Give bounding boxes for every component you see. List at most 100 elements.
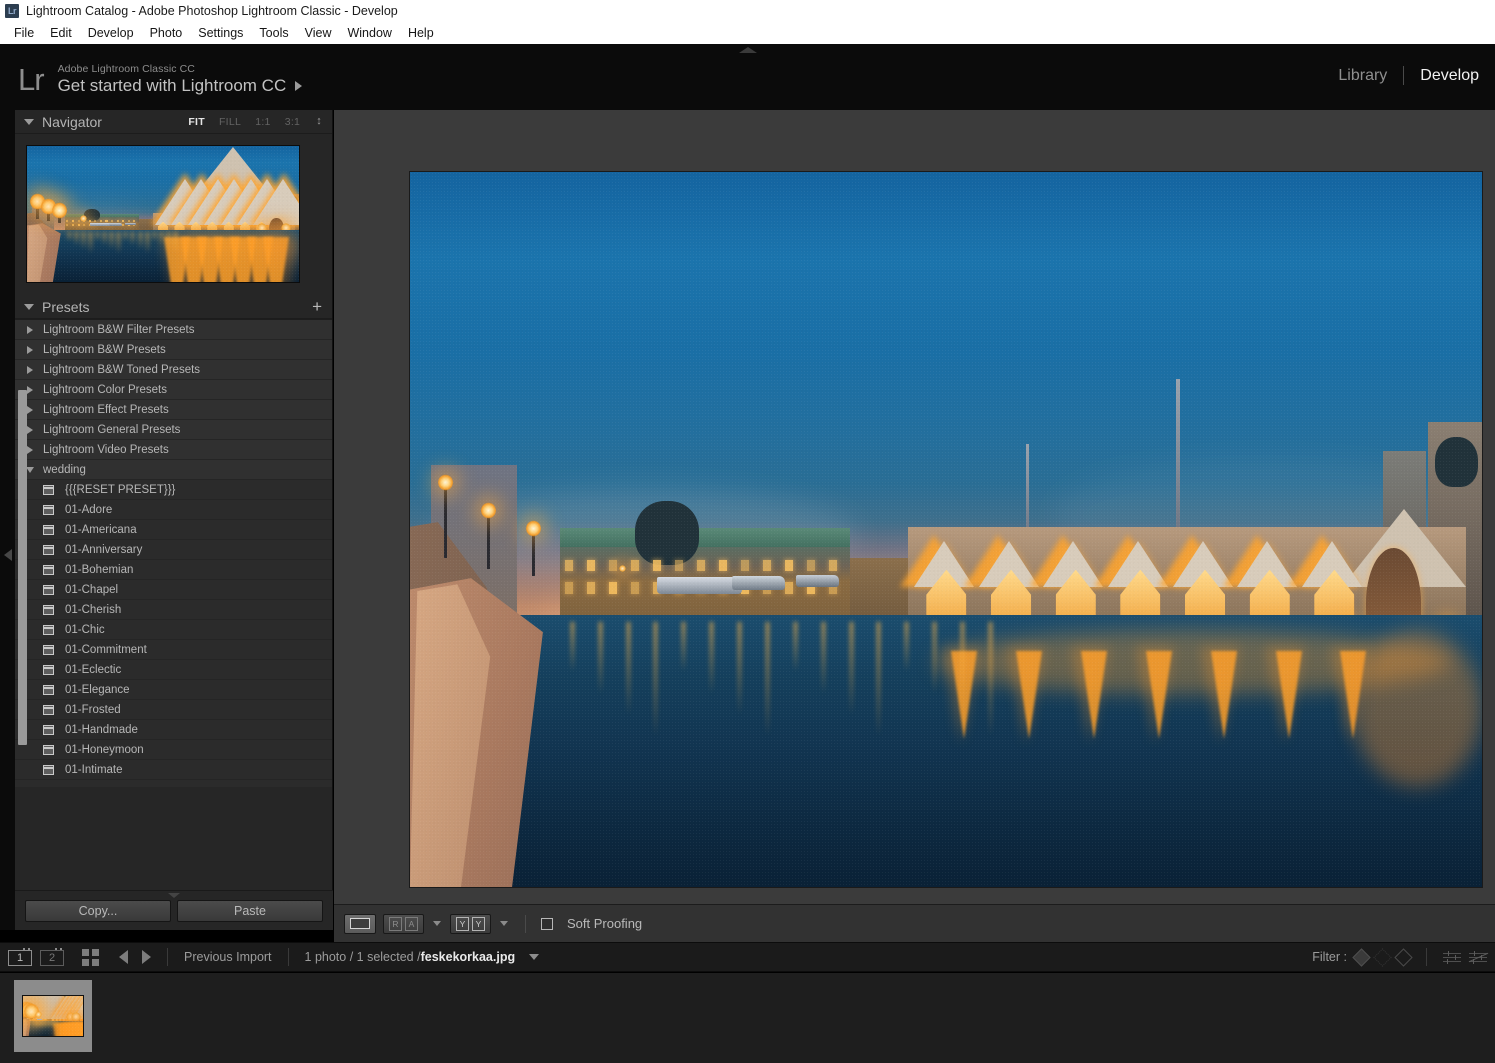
copy-button[interactable]: Copy... bbox=[25, 900, 171, 922]
menu-tools[interactable]: Tools bbox=[251, 24, 296, 42]
before-label-icon: R bbox=[389, 917, 402, 931]
chevron-right-icon[interactable] bbox=[27, 386, 33, 394]
presets-list[interactable]: Lightroom B&W Filter PresetsLightroom B&… bbox=[15, 319, 332, 787]
preset-item-row[interactable]: 01-Cherish bbox=[15, 600, 332, 620]
presets-disclosure-icon[interactable] bbox=[24, 304, 34, 310]
preset-item-row[interactable]: 01-Americana bbox=[15, 520, 332, 540]
preset-group-row[interactable]: Lightroom B&W Toned Presets bbox=[15, 360, 332, 380]
zoom-mode-1-1[interactable]: 1:1 bbox=[255, 116, 271, 128]
zoom-mode-fill[interactable]: FILL bbox=[219, 116, 241, 128]
photo-preview[interactable] bbox=[410, 172, 1482, 887]
play-arrow-icon[interactable] bbox=[295, 81, 302, 91]
menu-help[interactable]: Help bbox=[400, 24, 442, 42]
soft-proofing-checkbox[interactable] bbox=[541, 918, 553, 930]
flag-rejected-icon[interactable] bbox=[1394, 948, 1412, 966]
screen-2-button[interactable]: 2 bbox=[40, 950, 64, 966]
preset-group-row[interactable]: Lightroom Video Presets bbox=[15, 440, 332, 460]
collapse-top-panel-icon[interactable] bbox=[739, 47, 757, 53]
photo-window bbox=[133, 220, 135, 222]
preset-item-row[interactable]: 01-Chic bbox=[15, 620, 332, 640]
preset-item-row[interactable]: 01-Elegance bbox=[15, 680, 332, 700]
preset-item-row[interactable]: 01-Bohemian bbox=[15, 560, 332, 580]
preset-item-row[interactable]: 01-Intimate bbox=[15, 760, 332, 780]
window-titlebar: Lr Lightroom Catalog - Adobe Photoshop L… bbox=[0, 0, 1495, 22]
preset-group-row[interactable]: Lightroom General Presets bbox=[15, 420, 332, 440]
preset-item-row[interactable]: 01-Chapel bbox=[15, 580, 332, 600]
filter-settings-icon[interactable] bbox=[1443, 951, 1461, 964]
preset-item-row[interactable]: 01-Eclectic bbox=[15, 660, 332, 680]
chevron-right-icon[interactable] bbox=[27, 346, 33, 354]
filmstrip-thumbnail[interactable] bbox=[14, 980, 92, 1052]
paste-button[interactable]: Paste bbox=[177, 900, 323, 922]
menu-photo[interactable]: Photo bbox=[142, 24, 191, 42]
preset-item-row[interactable]: 01-Handmade bbox=[15, 720, 332, 740]
preset-item-row[interactable]: 01-Honeymoon bbox=[15, 740, 332, 760]
zoom-mode-3-1[interactable]: 3:1 bbox=[285, 116, 301, 128]
preset-group-row[interactable]: Lightroom B&W Filter Presets bbox=[15, 320, 332, 340]
zoom-level-stepper-icon[interactable]: ↕ bbox=[316, 117, 322, 126]
reference-view-button[interactable]: Y Y bbox=[450, 914, 491, 934]
chevron-down-icon[interactable] bbox=[26, 467, 34, 473]
presets-panel: Presets + Lightroom B&W Filter PresetsLi… bbox=[15, 295, 332, 787]
loupe-view-area[interactable] bbox=[334, 110, 1495, 904]
before-after-options-icon[interactable] bbox=[433, 921, 441, 926]
chevron-right-icon[interactable] bbox=[27, 326, 33, 334]
menu-window[interactable]: Window bbox=[339, 24, 399, 42]
photo-window bbox=[100, 220, 102, 222]
presets-header[interactable]: Presets + bbox=[15, 295, 332, 319]
collapse-left-panel-icon[interactable] bbox=[168, 893, 180, 898]
module-develop[interactable]: Develop bbox=[1404, 67, 1495, 85]
navigator-panel: Navigator FIT FILL 1:1 3:1 ↕ bbox=[15, 110, 332, 295]
reference-view-options-icon[interactable] bbox=[500, 921, 508, 926]
identity-plate[interactable]: Get started with Lightroom CC bbox=[58, 76, 303, 96]
preset-file-icon bbox=[43, 625, 54, 635]
preset-item-row[interactable]: 01-Commitment bbox=[15, 640, 332, 660]
menu-view[interactable]: View bbox=[297, 24, 340, 42]
add-preset-icon[interactable]: + bbox=[312, 300, 322, 314]
preset-item-label: 01-Cherish bbox=[65, 604, 121, 616]
hide-left-panel-icon[interactable] bbox=[4, 549, 12, 561]
navigate-forward-icon[interactable] bbox=[142, 950, 151, 964]
navigator-preview[interactable] bbox=[26, 145, 300, 283]
product-name: Adobe Lightroom Classic CC bbox=[58, 63, 303, 75]
menu-develop[interactable]: Develop bbox=[80, 24, 142, 42]
preset-item-row[interactable]: 01-Frosted bbox=[15, 700, 332, 720]
left-panel-scrollbar-thumb[interactable] bbox=[18, 390, 27, 745]
develop-toolbar: R A Y Y Soft Proofing bbox=[334, 904, 1495, 942]
filmstrip-source-caret-icon[interactable] bbox=[529, 954, 539, 960]
left-panel-gutter[interactable] bbox=[0, 110, 15, 930]
navigator-disclosure-icon[interactable] bbox=[24, 119, 34, 125]
grid-view-icon[interactable] bbox=[82, 949, 99, 966]
flag-picked-icon[interactable] bbox=[1352, 948, 1370, 966]
preset-file-icon bbox=[43, 525, 54, 535]
filter-disabled-icon[interactable] bbox=[1469, 951, 1487, 964]
menu-edit[interactable]: Edit bbox=[42, 24, 80, 42]
preset-group-row[interactable]: Lightroom B&W Presets bbox=[15, 340, 332, 360]
filmstrip[interactable] bbox=[0, 973, 1495, 1063]
photo-light-reflection bbox=[877, 622, 880, 736]
preset-item-row[interactable]: 01-Anniversary bbox=[15, 540, 332, 560]
before-after-button[interactable]: R A bbox=[383, 914, 424, 934]
navigator-header[interactable]: Navigator FIT FILL 1:1 3:1 ↕ bbox=[15, 110, 332, 134]
chevron-right-icon[interactable] bbox=[27, 366, 33, 374]
preset-group-row[interactable]: Lightroom Effect Presets bbox=[15, 400, 332, 420]
photo-light-reflection bbox=[82, 232, 85, 250]
preset-group-row[interactable]: wedding bbox=[15, 460, 332, 480]
loupe-view-button[interactable] bbox=[344, 914, 376, 934]
zoom-mode-fit[interactable]: FIT bbox=[188, 116, 205, 128]
module-library[interactable]: Library bbox=[1322, 67, 1403, 85]
photo-window bbox=[565, 560, 573, 571]
screen-1-button[interactable]: 1 bbox=[8, 950, 32, 966]
menu-settings[interactable]: Settings bbox=[190, 24, 251, 42]
preset-group-row[interactable]: Lightroom Color Presets bbox=[15, 380, 332, 400]
navigate-back-icon[interactable] bbox=[119, 950, 128, 964]
menu-file[interactable]: File bbox=[6, 24, 42, 42]
flag-unflagged-icon[interactable] bbox=[1373, 948, 1391, 966]
chevron-right-icon[interactable] bbox=[27, 426, 33, 434]
preset-item-row[interactable]: 01-Adore bbox=[15, 500, 332, 520]
preset-item-row[interactable]: {{{RESET PRESET}}} bbox=[15, 480, 332, 500]
photo-light-reflection bbox=[89, 232, 92, 254]
filmstrip-source[interactable]: Previous Import bbox=[184, 950, 272, 964]
chevron-right-icon[interactable] bbox=[27, 446, 33, 454]
chevron-right-icon[interactable] bbox=[27, 406, 33, 414]
